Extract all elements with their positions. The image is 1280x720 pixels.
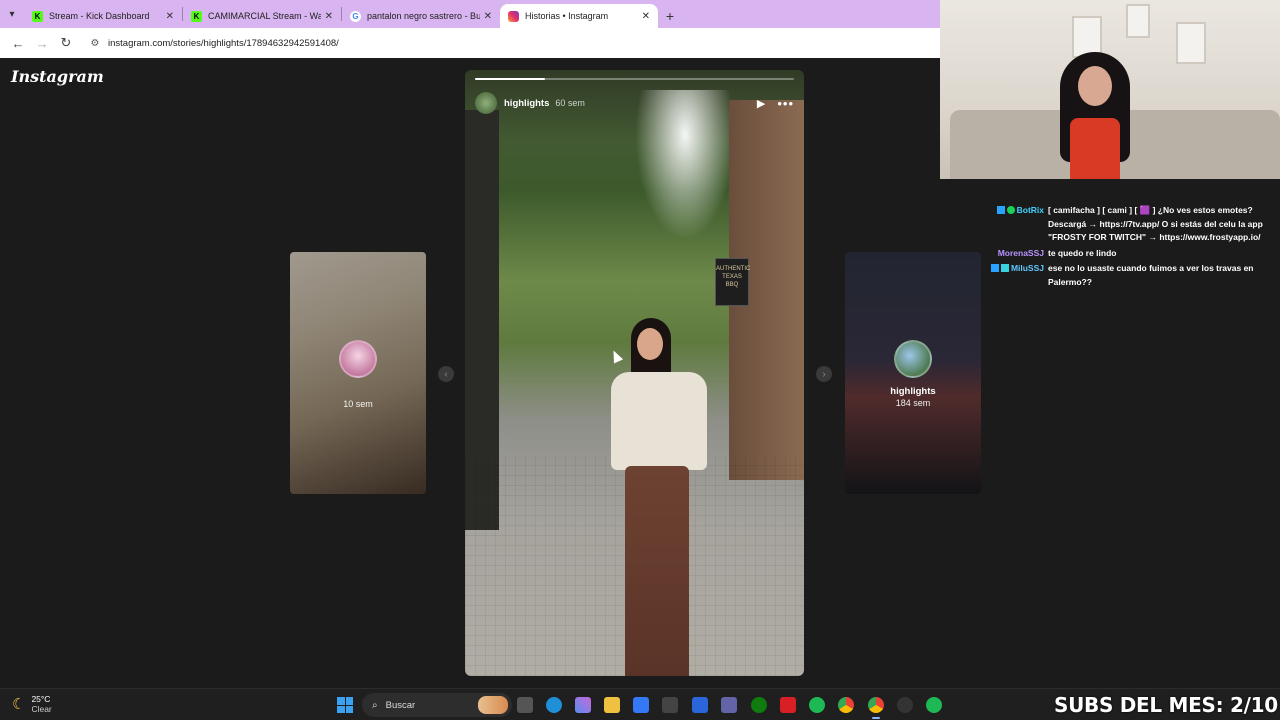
copilot-icon[interactable] — [575, 697, 591, 713]
moon-icon: ☾ — [12, 696, 26, 713]
edge-icon[interactable] — [546, 697, 562, 713]
tab-instagram[interactable]: Historias • Instagram ✕ — [500, 4, 658, 28]
address-bar[interactable]: ⚙ instagram.com/stories/highlights/17894… — [84, 32, 924, 54]
file-explorer-icon[interactable] — [604, 697, 620, 713]
taskbar: ☾ 25°C Clear ⌕ Buscar SUBS DEL MES: 2/10 — [0, 688, 1280, 720]
tab-kick-stream[interactable]: K CAMIMARCIAL Stream - Watch ✕ — [183, 4, 341, 28]
spotify-icon[interactable] — [809, 697, 825, 713]
play-icon[interactable]: ▶ — [757, 97, 765, 110]
windows-start-icon[interactable] — [337, 697, 353, 713]
webcam-person-face — [1078, 66, 1112, 106]
story-progress-bar — [475, 78, 794, 80]
weather-widget[interactable]: ☾ 25°C Clear — [12, 694, 52, 714]
story-avatar — [894, 340, 932, 378]
kick-icon: K — [32, 10, 43, 22]
close-tab-icon[interactable]: ✕ — [325, 11, 333, 22]
story-controls: ▶ ••• — [757, 96, 794, 111]
gift-badge-icon — [1000, 264, 1009, 272]
wall-frame — [1176, 22, 1206, 64]
xbox-icon[interactable] — [751, 697, 767, 713]
person-face — [637, 328, 663, 360]
tab-title: Stream - Kick Dashboard — [49, 11, 150, 21]
chat-text: ese no lo usaste cuando fuimos a ver los… — [1048, 263, 1254, 287]
search-icon: ⌕ — [372, 699, 378, 711]
instagram-logo[interactable]: Instagram — [11, 67, 104, 86]
person-top — [611, 372, 707, 470]
url-text: instagram.com/stories/highlights/1789463… — [108, 37, 339, 49]
chat-username-text: MiluSSJ — [1010, 263, 1044, 273]
tab-title: Historias • Instagram — [525, 11, 609, 21]
tab-google-search[interactable]: G pantalon negro sastrero - Busc ✕ — [342, 4, 500, 28]
next-story-time: 184 sem — [895, 398, 931, 408]
teams-icon[interactable] — [721, 697, 737, 713]
verified-badge-icon — [1006, 206, 1015, 214]
story-header: highlights 60 sem ▶ ••• — [475, 90, 794, 116]
weather-desc: Clear — [31, 704, 52, 714]
previous-story-time: 10 sem — [343, 399, 373, 409]
webcam-overlay — [940, 0, 1280, 179]
weather-temp: 25°C — [31, 694, 51, 704]
new-tab-button[interactable]: + — [658, 4, 682, 28]
current-story[interactable]: AUTHENTIC TEXAS BBQ highlights 60 sem ▶ … — [465, 70, 804, 676]
taskbar-search[interactable]: ⌕ Buscar — [362, 693, 512, 717]
close-tab-icon[interactable]: ✕ — [484, 11, 492, 22]
forward-button[interactable]: → — [30, 31, 54, 55]
chat-text: [ camifacha ] [ cami ] [ 🟪 ] ¿No ves est… — [1048, 205, 1263, 242]
reload-button[interactable]: ↻ — [54, 31, 78, 55]
story-time: 60 sem — [555, 98, 585, 108]
app-icon[interactable] — [897, 697, 913, 713]
tab-title: CAMIMARCIAL Stream - Watch — [208, 11, 321, 21]
next-story-arrow-icon[interactable]: › — [816, 366, 832, 382]
netflix-icon[interactable] — [780, 697, 796, 713]
site-info-icon[interactable]: ⚙ — [88, 36, 102, 50]
visual-studio-icon[interactable] — [692, 697, 708, 713]
back-button[interactable]: ← — [6, 31, 30, 55]
chat-message: MiluSSJ ese no lo usaste cuando fuimos a… — [986, 262, 1276, 289]
more-options-icon[interactable]: ••• — [777, 96, 794, 111]
webcam-person-top — [1070, 118, 1120, 179]
story-image-sign: AUTHENTIC TEXAS BBQ — [715, 258, 750, 306]
next-story-preview[interactable]: highlights 184 sem — [845, 252, 981, 494]
subs-counter-overlay: SUBS DEL MES: 2/10 — [1054, 693, 1278, 717]
story-avatar — [339, 340, 377, 378]
chat-text: te quedo re lindo — [1048, 247, 1117, 258]
bot-badge-icon — [996, 206, 1005, 214]
story-progress-fill — [475, 78, 546, 80]
close-tab-icon[interactable]: ✕ — [642, 11, 650, 22]
chat-username: MiluSSJ — [986, 262, 1048, 276]
search-placeholder: Buscar — [385, 699, 416, 711]
chat-username: BotRix — [986, 204, 1048, 218]
tab-title: pantalon negro sastrero - Busc — [367, 11, 480, 21]
wall-frame — [1126, 4, 1150, 38]
instagram-icon — [508, 10, 519, 22]
tab-kick-dashboard[interactable]: K Stream - Kick Dashboard ✕ — [24, 4, 182, 28]
tab-search-dropdown[interactable]: ▾ — [0, 0, 24, 28]
subscriber-badge-icon — [990, 264, 999, 272]
google-icon: G — [350, 10, 361, 22]
story-username[interactable]: highlights — [504, 98, 549, 109]
tab-strip: ▾ K Stream - Kick Dashboard ✕ K CAMIMARC… — [0, 0, 940, 28]
chrome-icon[interactable] — [838, 697, 854, 713]
next-story-user: highlights — [890, 386, 936, 397]
spotify-icon[interactable] — [926, 697, 942, 713]
previous-story-arrow-icon[interactable]: ‹ — [438, 366, 454, 382]
stream-chat: BotRix [ camifacha ] [ cami ] [ 🟪 ] ¿No … — [986, 204, 1276, 291]
kick-icon: K — [191, 10, 202, 22]
navigation-bar: ← → ↻ ⚙ instagram.com/stories/highlights… — [0, 28, 940, 58]
obs-icon[interactable] — [662, 697, 678, 713]
task-view-icon[interactable] — [517, 697, 533, 713]
previous-story-preview[interactable]: 10 sem — [290, 252, 426, 494]
chat-username: MorenaSSJ — [997, 247, 1044, 258]
chat-username-text: BotRix — [1016, 205, 1044, 215]
chat-message: BotRix [ camifacha ] [ cami ] [ 🟪 ] ¿No … — [986, 204, 1276, 245]
chrome-profile-icon[interactable] — [868, 697, 884, 719]
story-image-person — [603, 310, 723, 676]
person-pants — [625, 466, 689, 676]
search-highlight-icon — [478, 696, 508, 714]
close-tab-icon[interactable]: ✕ — [166, 11, 174, 22]
store-icon[interactable] — [633, 697, 649, 713]
story-user-avatar[interactable] — [475, 92, 497, 114]
chat-message: MorenaSSJ te quedo re lindo — [986, 247, 1276, 261]
